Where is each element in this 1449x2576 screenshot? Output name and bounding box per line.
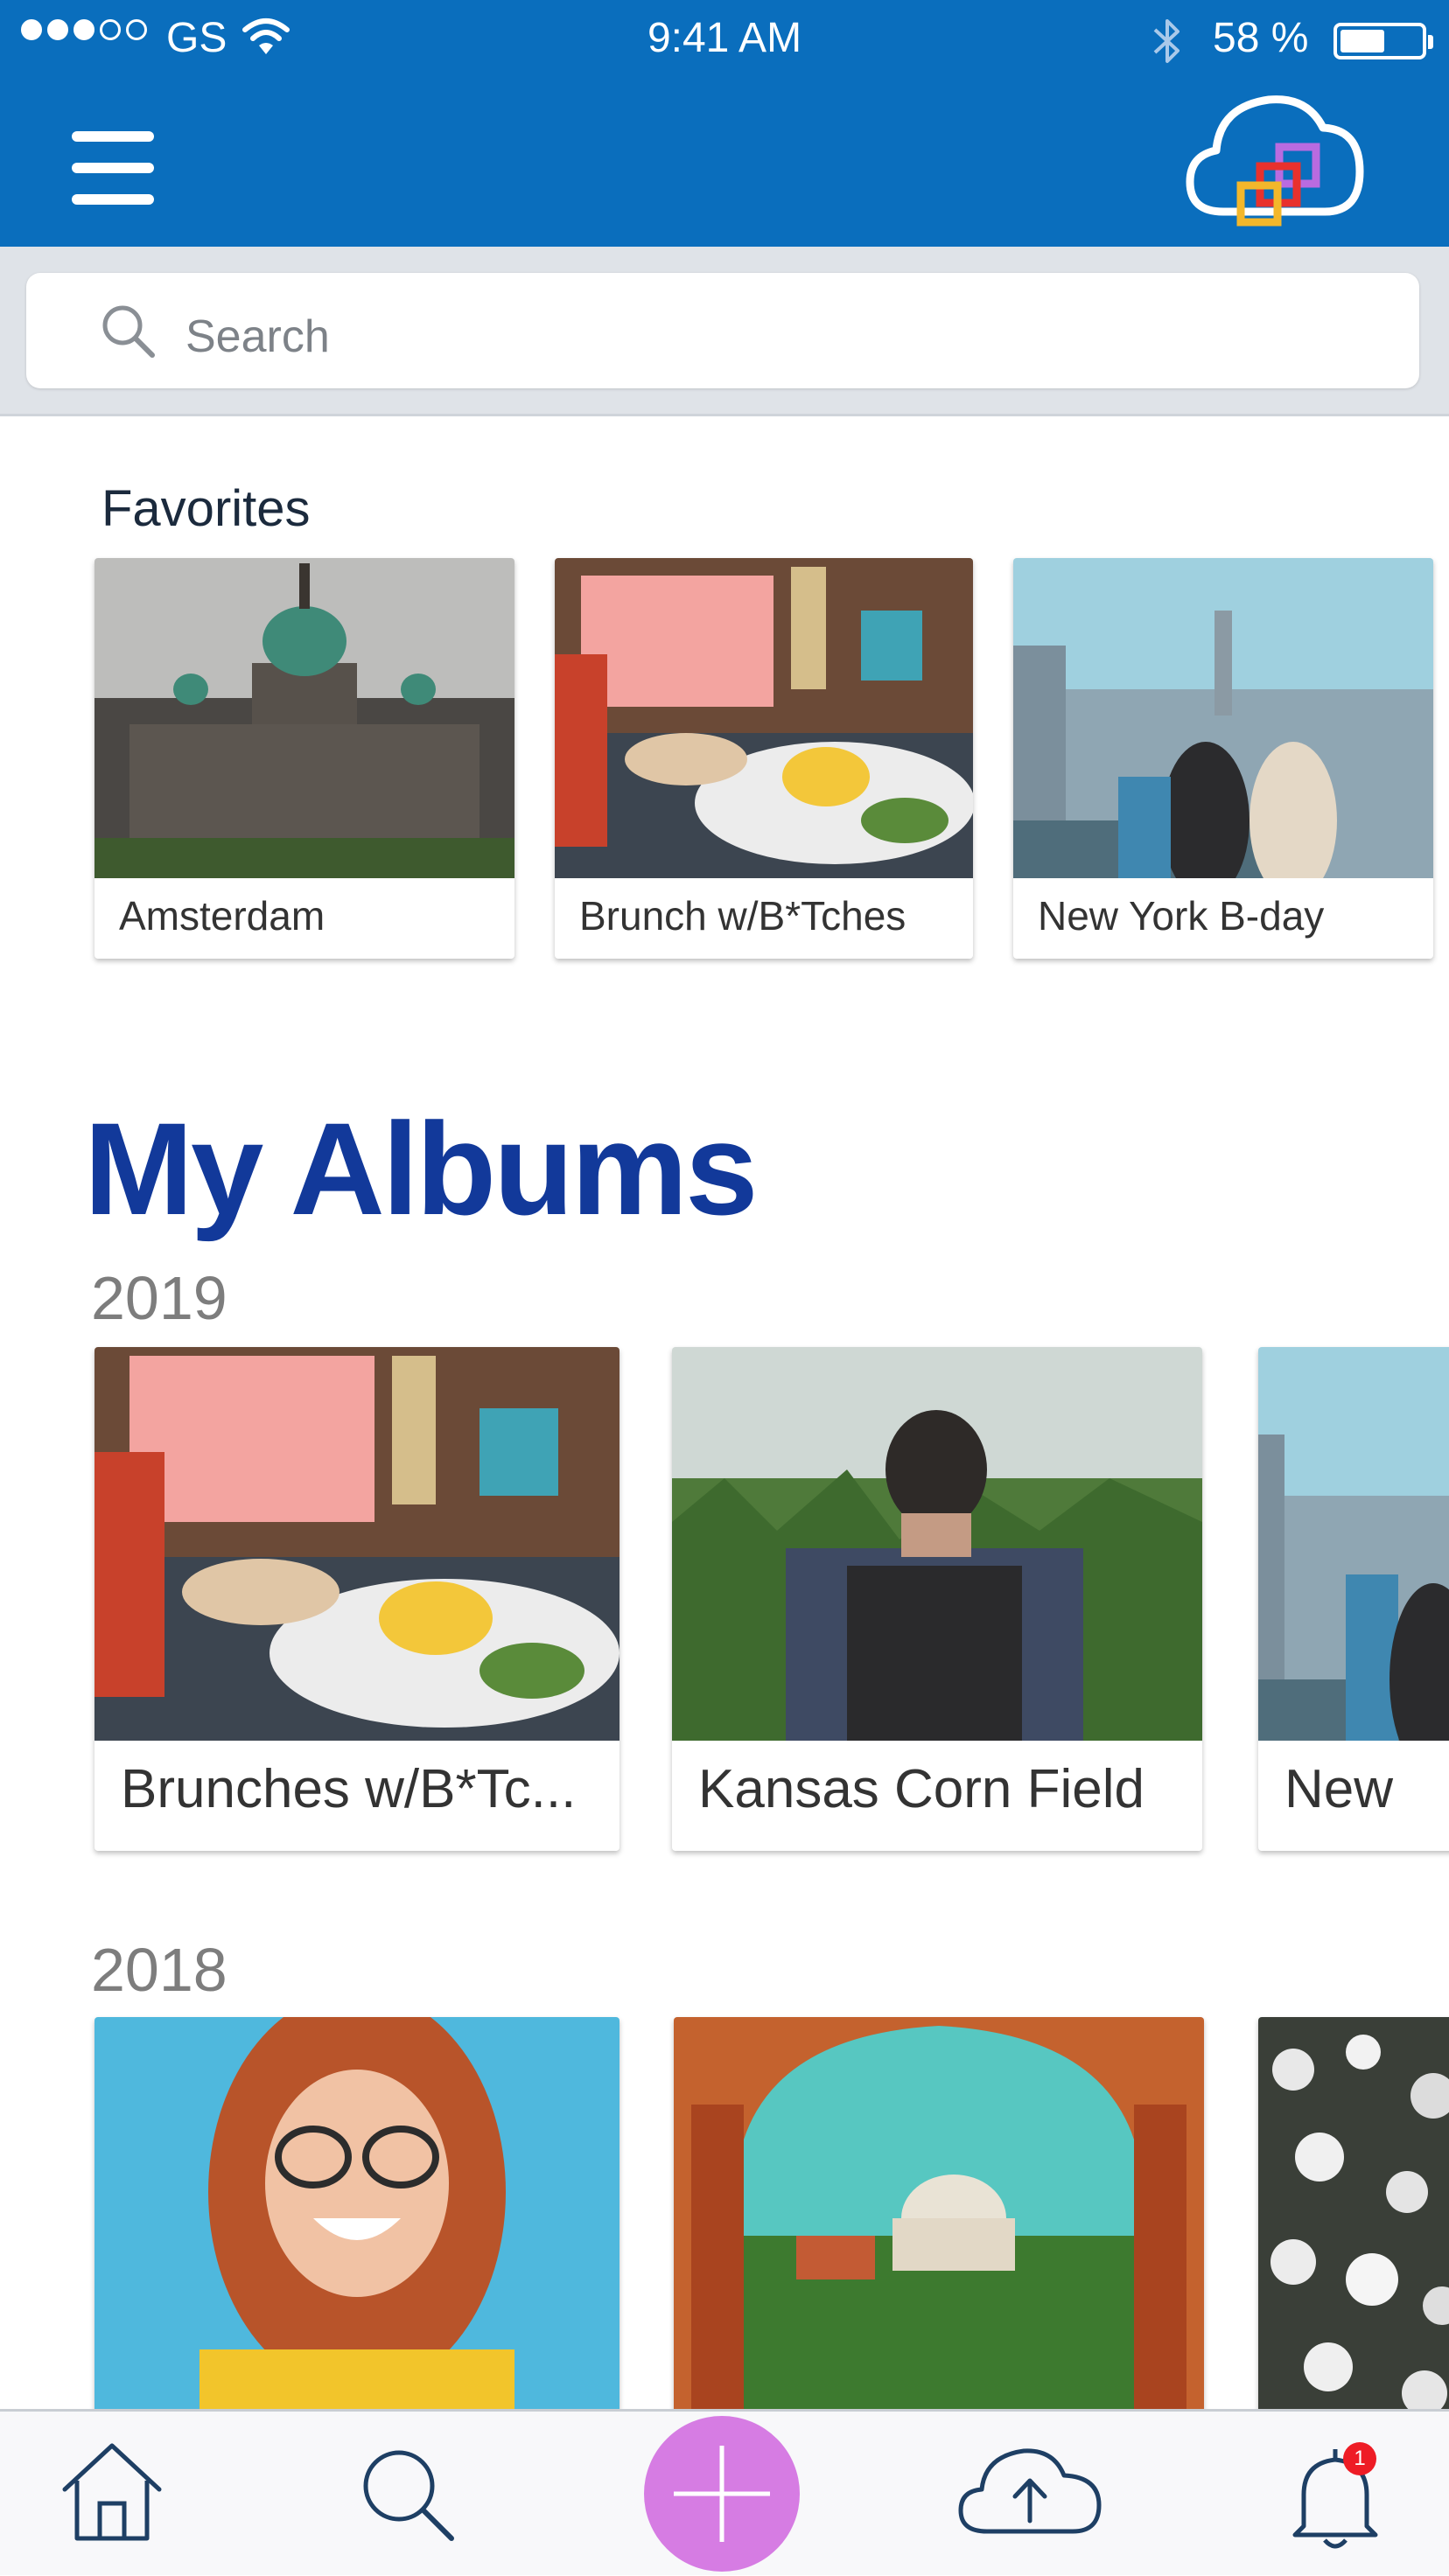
home-icon[interactable] [58,2440,166,2542]
app-logo-icon [1186,95,1364,227]
album-cover-image [674,2017,1204,2419]
album-card-taj-mahal[interactable] [674,2017,1204,2419]
favorite-label: New York B-day [1038,893,1325,939]
plus-icon [674,2446,770,2542]
album-card-portrait[interactable] [94,2017,620,2419]
my-albums-heading: My Albums [84,1095,759,1242]
cloud-upload-icon[interactable] [956,2440,1104,2538]
favorite-label: Amsterdam [119,893,326,939]
year-heading-2018: 2018 [91,1936,228,2004]
album-cover-image [94,2017,620,2419]
year-heading-2019: 2019 [91,1264,228,1332]
battery-icon [1334,23,1433,59]
album-card-kansas-corn-field[interactable]: Kansas Corn Field [672,1347,1202,1851]
album-cover-image [1013,558,1433,878]
favorite-label: Brunch w/B*Tches [579,893,906,939]
bluetooth-icon [1153,19,1180,63]
search-icon [102,305,155,358]
album-card-new-york[interactable]: New [1258,1347,1449,1851]
hamburger-menu-button[interactable] [72,131,154,205]
favorites-heading: Favorites [102,480,311,537]
album-cover-image [555,558,973,878]
add-button[interactable] [644,2416,800,2572]
album-cover-image [672,1347,1202,1741]
notification-badge: 1 [1343,2442,1376,2475]
album-cover-image [1258,1347,1449,1741]
album-card-flowers[interactable] [1258,2017,1449,2419]
favorite-card-amsterdam[interactable]: Amsterdam [94,558,514,959]
album-card-brunches[interactable]: Brunches w/B*Tc... [94,1347,620,1851]
search-input[interactable] [184,299,1395,374]
album-label: New [1284,1759,1394,1819]
album-cover-image [94,558,514,878]
battery-percent: 58 % [1213,15,1309,61]
favorite-card-new-york[interactable]: New York B-day [1013,558,1433,959]
album-cover-image [94,1347,620,1741]
favorite-card-brunch[interactable]: Brunch w/B*Tches [555,558,973,959]
search-tab-icon[interactable] [359,2446,457,2544]
album-label: Brunches w/B*Tc... [121,1759,577,1819]
album-label: Kansas Corn Field [698,1759,1145,1819]
album-cover-image [1258,2017,1449,2419]
